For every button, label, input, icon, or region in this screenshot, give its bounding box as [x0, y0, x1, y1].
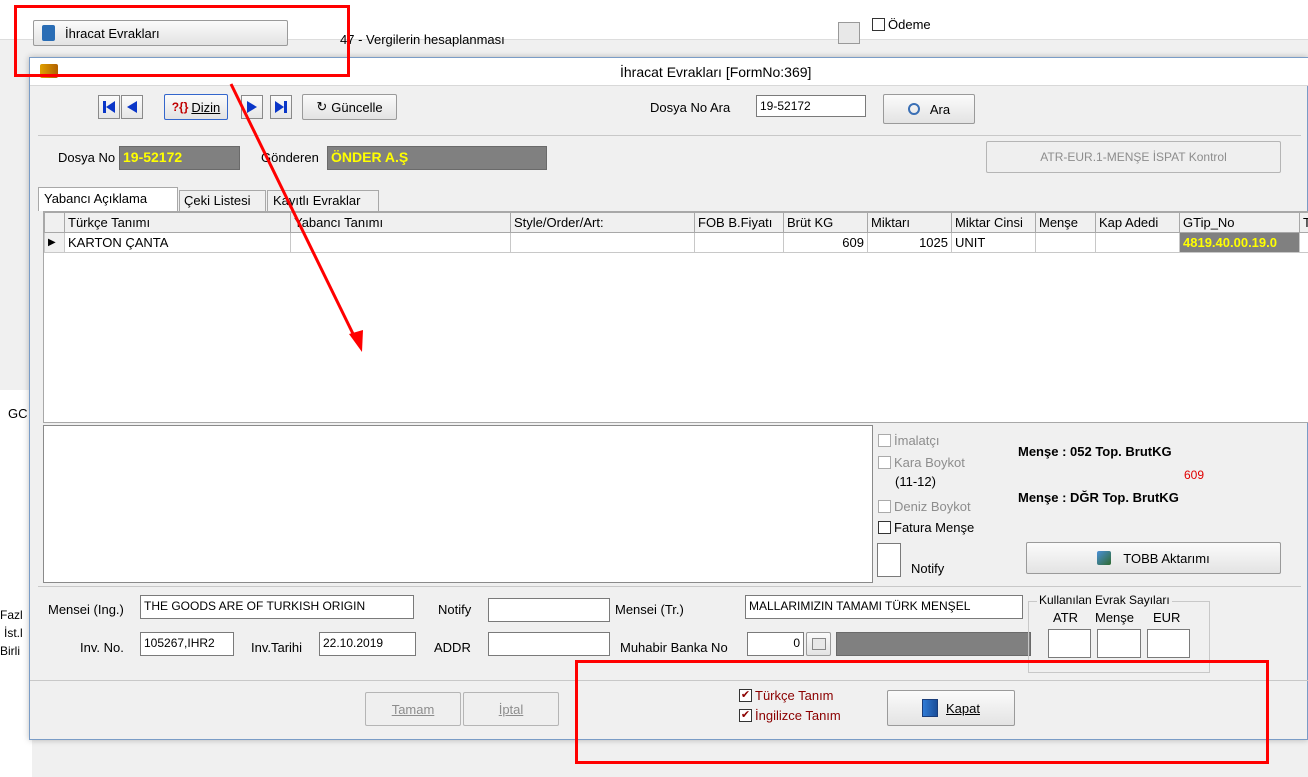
- annotation-arrow: [229, 83, 363, 352]
